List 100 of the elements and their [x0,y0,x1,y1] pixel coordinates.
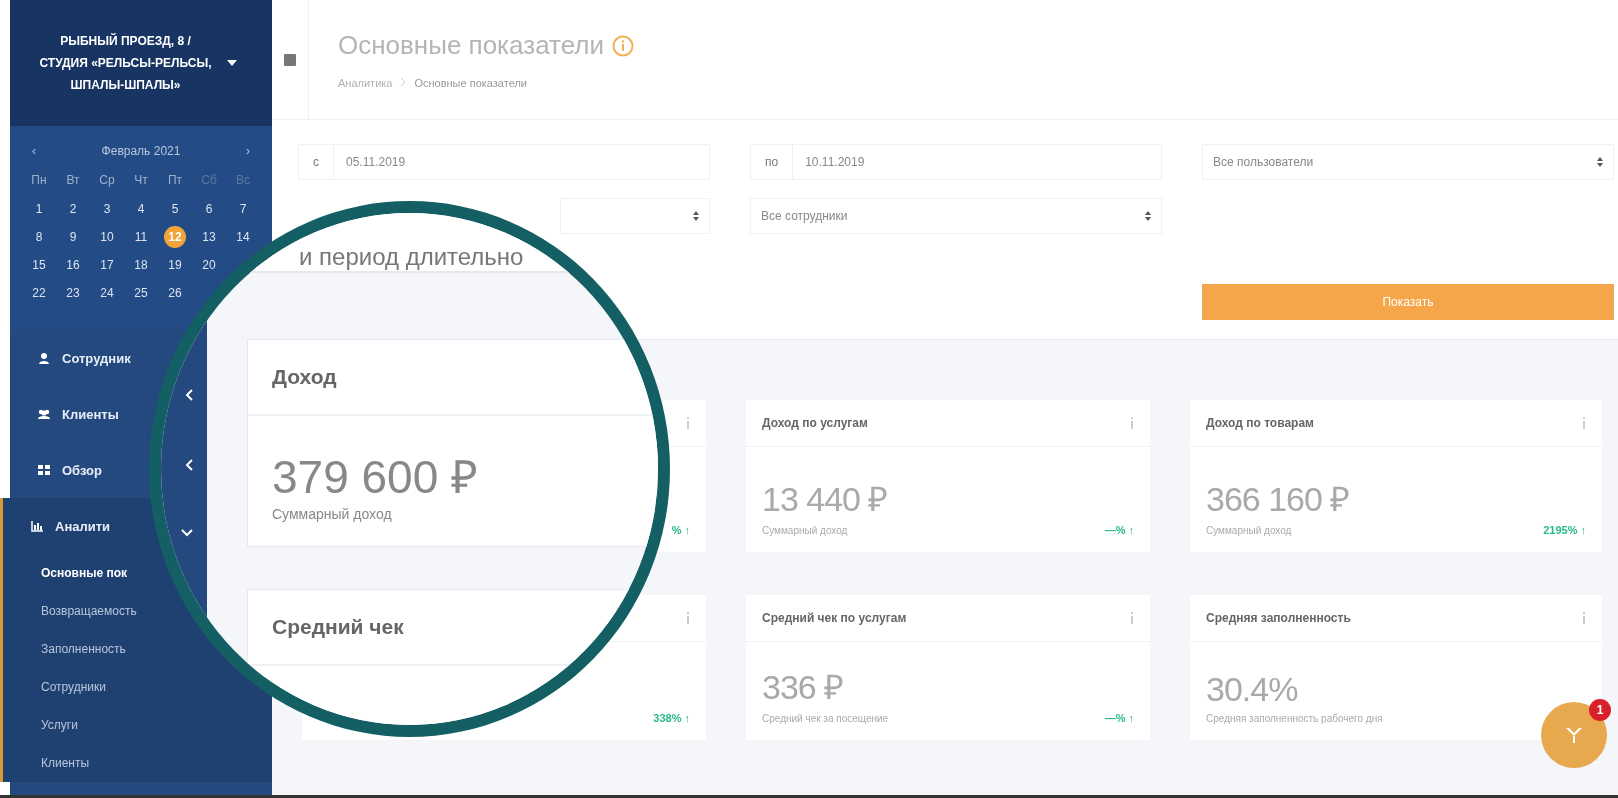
stat-caption: Средняя заполненность рабочего дня [1206,713,1383,724]
hint-text: и период длительно [299,243,524,270]
field-value: 10.11.2019 [804,155,866,169]
chevron-down-icon[interactable] [181,529,193,537]
calendar-day[interactable]: 20 [198,254,220,276]
calendar-day[interactable]: 23 [62,282,84,304]
calendar-day[interactable]: 9 [62,226,84,248]
card-title: Доход по услугам [762,416,868,430]
select-field[interactable]: Все сотрудники [750,198,1162,234]
card-title: Доход по товарам [1206,416,1314,430]
change-percent: —% ↑ [1104,712,1134,724]
sort-arrows-icon [1597,157,1603,167]
stat-caption: Суммарный доход [762,525,849,536]
calendar-day[interactable]: 8 [28,226,50,248]
stat-value: 379 600 ₽ [272,450,480,505]
weekday-label: Ср [98,172,116,189]
calendar-day[interactable]: 26 [164,282,186,304]
weekday-label: Пн [30,172,48,189]
calendar-day[interactable]: 2 [62,198,84,220]
caret-down-icon[interactable] [227,60,237,66]
calendar-day[interactable]: 7 [232,198,254,220]
submenu-item[interactable]: Услуги [13,706,78,744]
calendar-day[interactable]: 10 [96,226,118,248]
calendar-day[interactable]: 17 [96,254,118,276]
stat-caption: Суммарный доход [272,506,393,522]
user-icon [38,352,50,364]
calendar-day[interactable]: 25 [130,282,152,304]
select-value: Все сотрудники [761,209,848,223]
change-percent: 2195% ↑ [1543,524,1586,536]
location-name: РЫБНЫЙ ПРОЕЗД, 8 / СТУДИЯ «РЕЛЬСЫ-РЕЛЬСЫ, ШПАЛЫ-ШПАЛЫ» [38,32,213,94]
info-icon[interactable] [1582,612,1586,624]
submenu-item[interactable]: Заполненность [13,630,126,668]
weekday-label: Пт [166,172,184,189]
select-field[interactable]: Все пользователи [1202,144,1614,180]
menu-item[interactable]: Аналити [55,518,111,534]
stat-value: 13 440 ₽ [762,479,888,520]
info-icon[interactable] [1130,417,1134,429]
stat-value: 30.4% [1206,670,1299,709]
grid-icon [38,464,50,476]
weekday-label: Вс [235,172,251,189]
field-prefix: по [751,145,794,179]
calendar-day[interactable]: 3 [96,198,118,220]
bar-chart-icon [31,520,43,532]
card-title: Средний чек [272,615,404,639]
calendar-day[interactable]: 18 [130,254,152,276]
month-title: Февраль 2021 [101,144,181,158]
info-icon[interactable] [686,612,690,624]
previous-month-arrow[interactable]: ‹ [32,144,36,158]
menu-item[interactable]: Клиенты [62,406,119,422]
weekday-label: Чт [133,172,149,189]
calendar-day[interactable]: 11 [130,226,152,248]
calendar-day[interactable]: 13 [198,226,220,248]
info-icon[interactable] [686,417,690,429]
menu-item[interactable]: Обзор [62,462,102,478]
stat-value: 366 160 ₽ [1206,479,1350,520]
submenu-item[interactable]: Сотрудники [13,668,106,706]
info-icon[interactable] [1130,612,1134,624]
submenu-item[interactable]: Возвращаемость [13,592,137,630]
change-percent: % ↑ [671,524,690,536]
stat-caption: Суммарный доход [1206,525,1293,536]
calendar-day[interactable]: 22 [28,282,50,304]
sort-arrows-icon [693,211,699,221]
chevron-right-icon [400,77,407,87]
calendar-day[interactable]: 15 [28,254,50,276]
change-percent: 338% ↑ [653,712,690,724]
card-title: Средняя заполненность [1206,611,1351,625]
calendar-day[interactable]: 24 [96,282,118,304]
funnel-icon [1565,726,1583,744]
menu-icon[interactable] [284,53,296,66]
calendar-day[interactable]: 19 [164,254,186,276]
submenu-item[interactable]: Клиенты [13,744,90,782]
next-month-arrow[interactable]: › [246,144,250,158]
chevron-left-icon[interactable] [185,459,193,471]
card-title: Средний чек по услугам [762,611,907,625]
card-title: Доход [272,365,337,389]
submenu-item[interactable]: Основные пок [13,554,128,592]
weekday-label: Сб [200,172,218,189]
info-icon[interactable] [611,34,634,57]
breadcrumb-current: Основные показатели [414,77,527,89]
calendar-day[interactable]: 16 [62,254,84,276]
calendar-day[interactable]: 4 [130,198,152,220]
stat-caption: Средний чек за посещение [762,713,889,724]
calendar-day[interactable]: 5 [164,198,186,220]
field-value: 05.11.2019 [345,155,407,169]
weekday-label: Вт [65,172,81,189]
menu-item[interactable]: Сотрудник [62,350,131,366]
calendar-day[interactable]: 6 [198,198,220,220]
field-prefix: с [299,145,334,179]
calendar-day[interactable]: 1 [28,198,50,220]
calendar-day[interactable]: 14 [232,226,254,248]
info-icon[interactable] [1582,417,1586,429]
stat-value: 336 ₽ [762,667,845,708]
chevron-left-icon[interactable] [185,389,193,401]
change-percent: —% ↑ [1104,524,1134,536]
page-title: Основные показатели [338,30,604,61]
users-icon [38,408,50,420]
date-from-field[interactable]: с 05.11.2019 [298,144,710,180]
select-field[interactable] [560,198,710,234]
date-to-field[interactable]: по 10.11.2019 [750,144,1162,180]
select-value: Все пользователи [1213,155,1314,169]
